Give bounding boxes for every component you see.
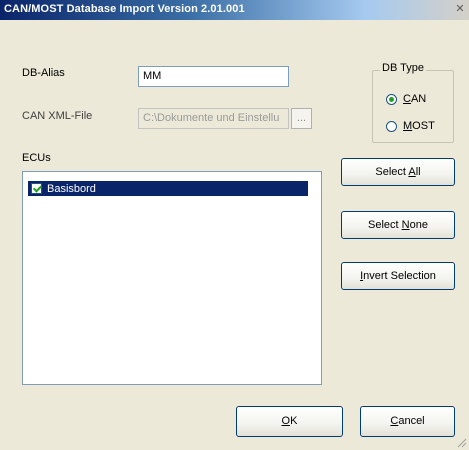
cancel-button[interactable]: Cancel	[360, 406, 455, 437]
window-title: CAN/MOST Database Import Version 2.01.00…	[4, 3, 245, 15]
radio-most-label: MOST	[403, 120, 435, 132]
radio-can-indicator[interactable]	[386, 93, 397, 105]
import-dialog: CAN/MOST Database Import Version 2.01.00…	[0, 0, 469, 450]
ecus-label: ECUs	[22, 152, 51, 164]
can-xml-file-label: CAN XML-File	[22, 110, 93, 122]
radio-most-indicator[interactable]	[386, 120, 397, 132]
list-item[interactable]: Basisbord	[28, 181, 308, 196]
ok-button[interactable]: OK	[236, 406, 343, 437]
invert-selection-button[interactable]: Invert Selection	[341, 262, 455, 290]
db-alias-input[interactable]: MM	[138, 66, 289, 87]
db-type-group	[372, 70, 454, 143]
ecu-list[interactable]: Basisbord	[22, 171, 322, 385]
db-alias-label: DB-Alias	[22, 67, 65, 79]
ecu-checkbox[interactable]	[31, 183, 42, 194]
close-icon[interactable]: ✕	[455, 3, 465, 15]
browse-button[interactable]: ...	[291, 108, 312, 129]
radio-can[interactable]: CAN	[386, 93, 426, 105]
radio-can-label: CAN	[403, 93, 427, 105]
radio-most[interactable]: MOST	[386, 120, 435, 132]
ecu-item-label: Basisbord	[47, 182, 96, 195]
db-type-legend: DB Type	[380, 62, 426, 74]
title-bar[interactable]: CAN/MOST Database Import Version 2.01.00…	[0, 0, 469, 20]
select-all-button[interactable]: Select All	[341, 158, 455, 186]
select-none-button[interactable]: Select None	[341, 211, 455, 239]
can-xml-file-input[interactable]: C:\Dokumente und Einstellu	[138, 108, 289, 129]
resize-grip-icon[interactable]	[455, 436, 467, 448]
